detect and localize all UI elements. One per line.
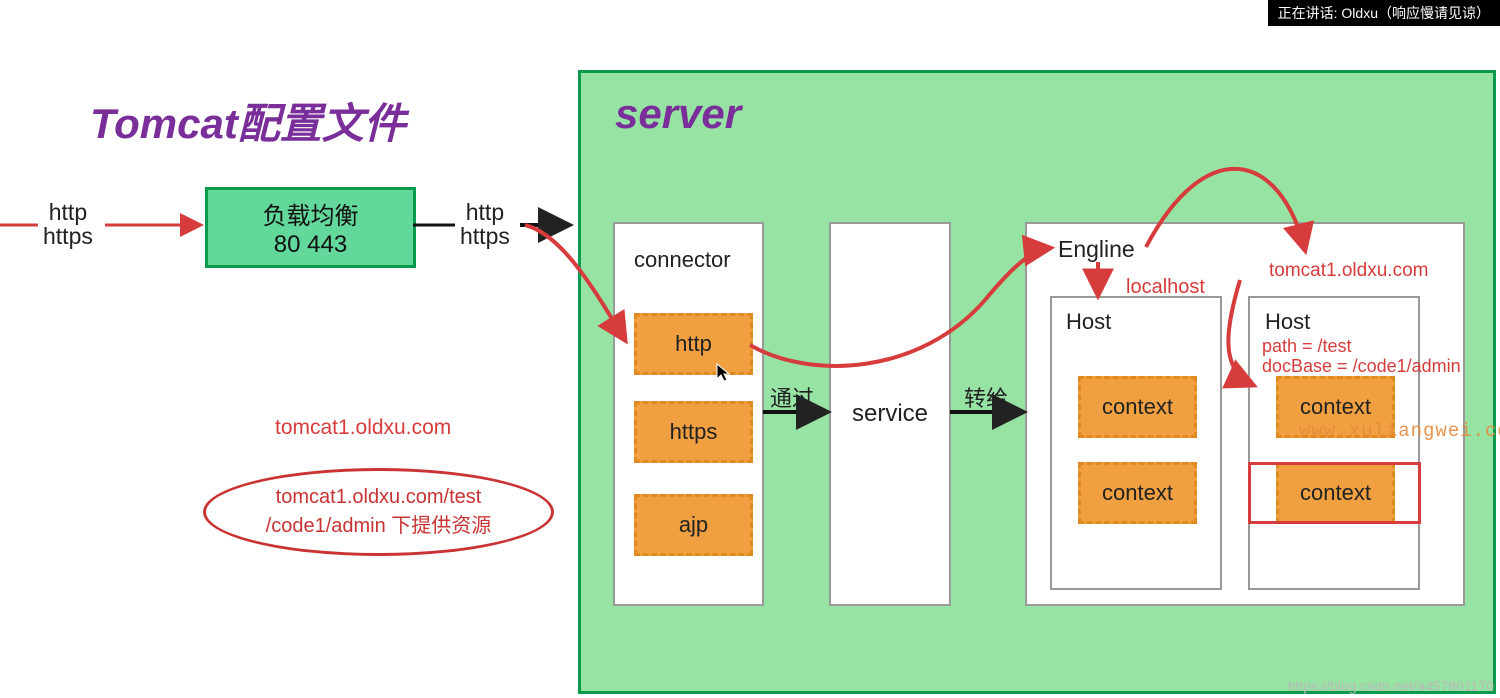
- diagram-title: Tomcat配置文件: [90, 90, 406, 151]
- cursor-icon: [716, 363, 732, 383]
- entry-http-text: http https: [43, 199, 93, 249]
- ellipse-line2: /code1/admin 下提供资源: [266, 509, 492, 538]
- load-balancer-box: 负载均衡 80 443: [205, 187, 416, 268]
- lb-line1: 负载均衡: [263, 196, 359, 231]
- host1-context-1: context: [1078, 376, 1197, 438]
- context-label: context: [1300, 394, 1371, 420]
- host-box-1: [1050, 296, 1222, 590]
- path-text: path = /test: [1262, 336, 1461, 356]
- footer-watermark: https://blog.csdn.net/a457801170: [1288, 678, 1494, 694]
- forward-label: 转给: [964, 381, 1008, 413]
- tomcat1-annotation: tomcat1.oldxu.com: [1269, 260, 1428, 282]
- watermark: www.xuliangwei.co: [1299, 420, 1500, 442]
- connector-https-label: https: [670, 419, 718, 445]
- path-docbase-annotation: path = /test docBase = /code1/admin: [1262, 336, 1461, 376]
- context-label: context: [1102, 394, 1173, 420]
- domain-note: tomcat1.oldxu.com: [275, 416, 451, 440]
- selected-context-highlight: [1248, 462, 1421, 524]
- through-label: 通过: [770, 381, 814, 413]
- localhost-annotation: localhost: [1126, 276, 1205, 299]
- connector-ajp: ajp: [634, 494, 753, 556]
- service-label: service: [852, 400, 928, 428]
- url-ellipse: tomcat1.oldxu.com/test /code1/admin 下提供资…: [203, 468, 554, 556]
- mid-http-text: http https: [460, 199, 510, 249]
- connector-http-label: http: [675, 331, 712, 357]
- ellipse-line1: tomcat1.oldxu.com/test: [276, 486, 482, 509]
- engine-title: Engline: [1058, 236, 1135, 263]
- host1-title: Host: [1066, 309, 1111, 335]
- mid-protocols: http https: [460, 200, 510, 248]
- docbase-text: docBase = /code1/admin: [1262, 356, 1461, 376]
- host2-title: Host: [1265, 309, 1310, 335]
- connector-http: http: [634, 313, 753, 375]
- speaker-overlay: 正在讲话: Oldxu（响应慢请见谅）: [1268, 0, 1500, 26]
- service-box: service: [829, 222, 951, 606]
- entry-protocols: http https: [43, 200, 93, 248]
- host1-context-2: context: [1078, 462, 1197, 524]
- context-label: context: [1102, 480, 1173, 506]
- connector-title: connector: [634, 247, 731, 273]
- lb-line2: 80 443: [274, 231, 347, 259]
- connector-https: https: [634, 401, 753, 463]
- server-title: server: [615, 90, 741, 138]
- connector-ajp-label: ajp: [679, 512, 708, 538]
